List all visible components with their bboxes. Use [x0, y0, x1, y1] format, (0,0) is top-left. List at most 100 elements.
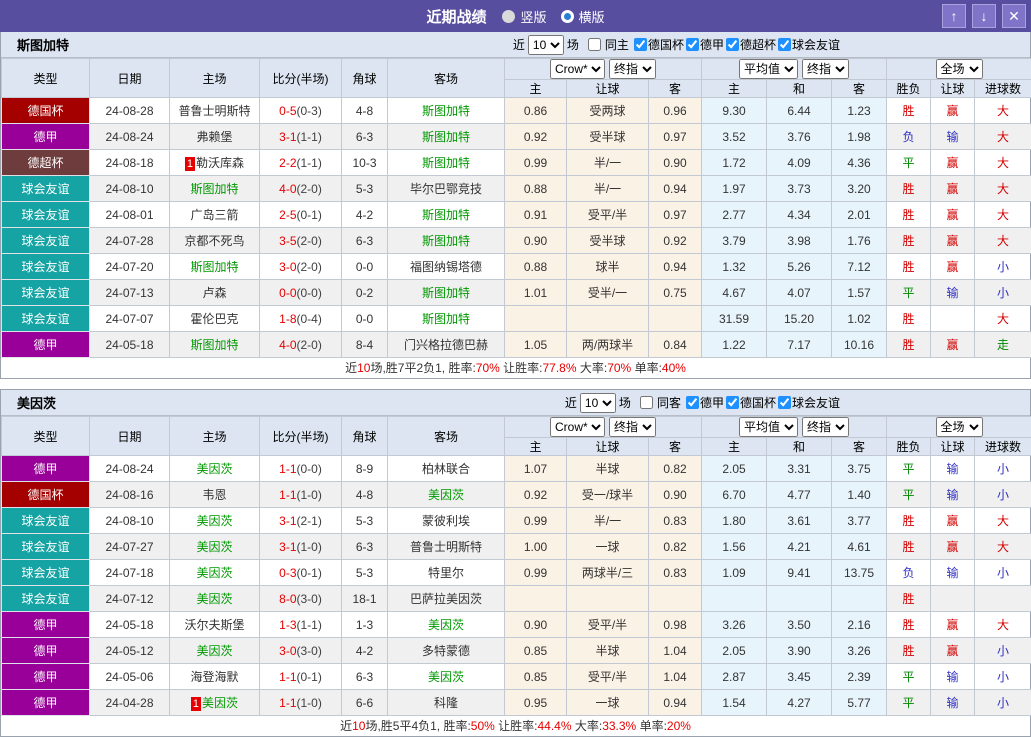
layout-radio[interactable]: 竖版: [502, 7, 546, 26]
result-outcome: 平: [887, 456, 931, 482]
league-filter-checkbox[interactable]: [778, 396, 791, 409]
move-down-button[interactable]: ↓: [972, 4, 996, 28]
away-team: 美因茨: [388, 482, 505, 508]
avg-away-odds: 3.26: [832, 638, 887, 664]
home-team: 韦恩: [170, 482, 260, 508]
team-label: 美因茨: [428, 488, 464, 502]
match-date: 24-04-28: [90, 690, 170, 716]
league-filter[interactable]: 德国杯: [724, 394, 776, 411]
final-odds-select-1[interactable]: 终指: [609, 417, 656, 437]
fulltime-score: 0-5: [279, 104, 296, 118]
avg-draw-odds: 4.77: [767, 482, 832, 508]
league-badge: 球会友谊: [2, 586, 90, 612]
match-row: 球会友谊24-08-10斯图加特4-0(2-0)5-3毕尔巴鄂竞技0.88半/一…: [2, 176, 1031, 202]
league-filter[interactable]: 德国杯: [632, 36, 684, 53]
handicap-home-odds: 0.91: [505, 202, 567, 228]
match-row: 德甲24-05-18沃尔夫斯堡1-3(1-1)1-3美因茨0.90受平/半0.9…: [2, 612, 1031, 638]
result-goals: 大: [975, 306, 1031, 332]
same-venue-checkbox[interactable]: [588, 38, 601, 51]
bookmaker-select[interactable]: Crow*: [550, 417, 605, 437]
result-outcome: 负: [887, 560, 931, 586]
col-corner: 角球: [342, 417, 388, 456]
average-select[interactable]: 平均值: [739, 417, 798, 437]
result-outcome: 胜: [887, 332, 931, 358]
home-team: 美因茨: [170, 508, 260, 534]
avg-home-odds: 1.54: [702, 690, 767, 716]
close-button[interactable]: ✕: [1002, 4, 1026, 28]
avg-away-odds: 1.76: [832, 228, 887, 254]
league-filter-checkbox[interactable]: [686, 38, 699, 51]
handicap-away-odds: 0.83: [649, 508, 702, 534]
league-filter[interactable]: 德超杯: [724, 36, 776, 53]
result-outcome: 负: [887, 124, 931, 150]
rank-badge: 1: [191, 697, 201, 711]
result-handicap: 输: [931, 280, 975, 306]
result-outcome: 胜: [887, 638, 931, 664]
handicap-home-odds: 1.01: [505, 280, 567, 306]
avg-draw-odds: 15.20: [767, 306, 832, 332]
average-select[interactable]: 平均值: [739, 59, 798, 79]
league-filter[interactable]: 德甲: [684, 394, 724, 411]
match-count-select[interactable]: 10: [580, 393, 616, 413]
league-filter[interactable]: 德甲: [684, 36, 724, 53]
layout-radio-group: 竖版横版: [502, 7, 604, 26]
handicap-home-odds: 0.85: [505, 664, 567, 690]
col-handicap-home: 主: [505, 438, 567, 456]
results-table: 类型 日期 主场 比分(半场) 角球 客场 Crow*终指 平均值终指 全场: [1, 416, 1031, 716]
fulltime-score: 3-0: [279, 644, 296, 658]
halftime-score: (1-1): [297, 156, 322, 170]
match-date: 24-08-10: [90, 176, 170, 202]
avg-away-odds: 2.01: [832, 202, 887, 228]
corner-score: 5-3: [342, 176, 388, 202]
result-handicap: 赢: [931, 254, 975, 280]
avg-draw-odds: 3.31: [767, 456, 832, 482]
team-section: 美因茨 近 10 场 同客 德甲德国杯球会友谊 类型 日期 主: [0, 389, 1031, 737]
result-outcome: 平: [887, 280, 931, 306]
handicap-line: [567, 586, 649, 612]
league-filters: 德甲德国杯球会友谊: [684, 394, 840, 412]
team-label: 斯图加特: [422, 286, 470, 300]
league-filter-checkbox[interactable]: [778, 38, 791, 51]
result-handicap: 赢: [931, 332, 975, 358]
handicap-home-odds: 0.92: [505, 482, 567, 508]
league-filter[interactable]: 球会友谊: [776, 36, 840, 53]
match-score: 3-5(2-0): [260, 228, 342, 254]
result-handicap: 输: [931, 482, 975, 508]
scope-select[interactable]: 全场: [936, 417, 983, 437]
move-up-button[interactable]: ↑: [942, 4, 966, 28]
bookmaker-select[interactable]: Crow*: [550, 59, 605, 79]
col-handicap-away: 客: [649, 438, 702, 456]
handicap-home-odds: 0.99: [505, 560, 567, 586]
away-team: 门兴格拉德巴赫: [388, 332, 505, 358]
final-odds-select-2[interactable]: 终指: [802, 59, 849, 79]
league-badge: 德国杯: [2, 98, 90, 124]
league-filter-checkbox[interactable]: [726, 38, 739, 51]
games-label: 场: [619, 394, 631, 411]
final-odds-select-2[interactable]: 终指: [802, 417, 849, 437]
avg-away-odds: 1.40: [832, 482, 887, 508]
league-filter-checkbox[interactable]: [634, 38, 647, 51]
handicap-home-odds: [505, 586, 567, 612]
handicap-line: 受半/一: [567, 280, 649, 306]
layout-radio[interactable]: 横版: [561, 7, 605, 26]
final-odds-select-1[interactable]: 终指: [609, 59, 656, 79]
team-label: 勒沃库森: [196, 156, 244, 170]
avg-draw-odds: [767, 586, 832, 612]
scope-select[interactable]: 全场: [936, 59, 983, 79]
league-filter-checkbox[interactable]: [686, 396, 699, 409]
league-badge: 德国杯: [2, 482, 90, 508]
col-handicap-home: 主: [505, 80, 567, 98]
handicap-away-odds: [649, 306, 702, 332]
avg-draw-odds: 4.09: [767, 150, 832, 176]
league-badge: 球会友谊: [2, 176, 90, 202]
match-count-select[interactable]: 10: [528, 35, 564, 55]
col-date: 日期: [90, 417, 170, 456]
corner-score: 4-2: [342, 638, 388, 664]
league-filter-checkbox[interactable]: [726, 396, 739, 409]
league-filter[interactable]: 球会友谊: [776, 394, 840, 411]
match-date: 24-08-18: [90, 150, 170, 176]
same-venue-checkbox[interactable]: [640, 396, 653, 409]
handicap-away-odds: 0.94: [649, 176, 702, 202]
home-team: 美因茨: [170, 638, 260, 664]
handicap-line: 受平/半: [567, 202, 649, 228]
